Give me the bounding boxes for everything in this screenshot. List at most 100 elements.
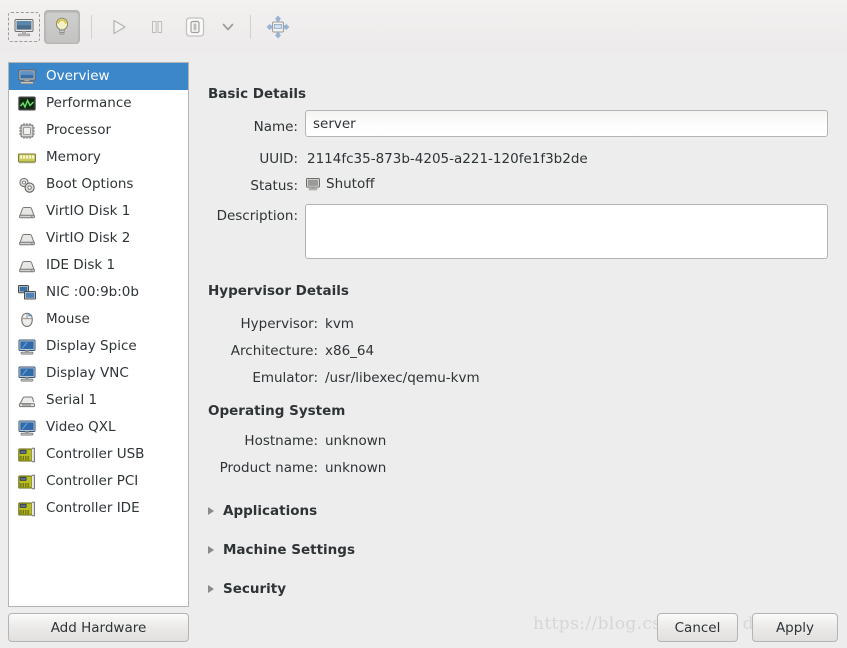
controller-icon xyxy=(16,498,38,520)
sidebar-item-label: Boot Options xyxy=(46,175,134,192)
sidebar-item-virtio-disk-2[interactable]: VirtIO Disk 2 xyxy=(9,225,188,252)
add-hardware-label: Add Hardware xyxy=(50,619,147,636)
sidebar-item-label: Mouse xyxy=(46,310,90,327)
monitor-icon xyxy=(18,69,36,84)
console-view-button[interactable] xyxy=(6,10,42,44)
details-view-button[interactable] xyxy=(44,9,80,44)
sidebar-item-serial-1[interactable]: Serial 1 xyxy=(9,387,188,414)
serial-icon xyxy=(18,396,36,407)
cpu-icon xyxy=(19,122,35,139)
toolbar xyxy=(0,0,847,53)
network-icon xyxy=(16,282,38,304)
sidebar-item-video-qxl[interactable]: Video QXL xyxy=(9,414,188,441)
name-label: Name: xyxy=(253,119,298,135)
chevron-right-icon xyxy=(208,545,214,554)
lightbulb-icon xyxy=(55,17,69,34)
play-icon xyxy=(113,19,126,34)
add-hardware-button[interactable]: Add Hardware xyxy=(8,613,189,642)
description-textarea[interactable] xyxy=(305,204,828,259)
apply-button[interactable]: Apply xyxy=(752,613,838,642)
detail-label: Product name: xyxy=(219,459,318,476)
detail-value: x86_64 xyxy=(325,342,375,359)
hypervisor-details-rows: Hypervisor: kvm Architecture: x86_64 Emulato… xyxy=(198,310,843,391)
display-icon xyxy=(18,420,36,435)
expander-sections: Applications Machine Settings Security xyxy=(208,491,608,608)
hardware-list-panel[interactable]: Overview Performance Processor Memory Boot O… xyxy=(8,62,189,607)
power-icon xyxy=(185,16,205,37)
mouse-icon xyxy=(16,309,38,331)
expander-label: Machine Settings xyxy=(223,541,355,558)
description-textarea-value xyxy=(306,205,827,215)
sidebar-item-label: IDE Disk 1 xyxy=(46,256,116,273)
expander-label: Security xyxy=(223,580,287,597)
fullscreen-icon xyxy=(266,15,290,38)
chevron-right-icon xyxy=(208,506,214,515)
display-icon xyxy=(16,417,38,439)
run-button[interactable] xyxy=(101,10,137,44)
disk-icon xyxy=(19,206,35,218)
sidebar-item-controller-ide[interactable]: Controller IDE xyxy=(9,495,188,522)
disk-icon xyxy=(19,233,35,245)
sidebar-item-label: Performance xyxy=(46,94,132,111)
detail-value: unknown xyxy=(325,459,387,476)
detail-value: unknown xyxy=(325,432,387,449)
display-icon xyxy=(18,366,36,381)
display-icon xyxy=(18,339,36,354)
graph-icon xyxy=(18,96,36,110)
gears-icon xyxy=(16,174,38,196)
expander-applications[interactable]: Applications xyxy=(208,491,608,530)
network-icon xyxy=(18,284,36,299)
shutoff-monitor-icon xyxy=(306,178,320,191)
sidebar-item-memory[interactable]: Memory xyxy=(9,144,188,171)
sidebar-item-label: Memory xyxy=(46,148,101,165)
sidebar-item-processor[interactable]: Processor xyxy=(9,117,188,144)
detail-label: Architecture: xyxy=(230,342,318,359)
expander-security[interactable]: Security xyxy=(208,569,608,608)
name-input[interactable]: server xyxy=(305,110,828,137)
sidebar-item-overview[interactable]: Overview xyxy=(9,63,188,90)
monitor-icon xyxy=(14,18,34,36)
sidebar-item-controller-usb[interactable]: Controller USB xyxy=(9,441,188,468)
cancel-button-label: Cancel xyxy=(674,619,721,636)
cancel-button[interactable]: Cancel xyxy=(657,613,738,642)
hardware-list[interactable]: Overview Performance Processor Memory Boot O… xyxy=(9,63,188,606)
mouse-icon xyxy=(21,312,33,327)
description-label: Description: xyxy=(216,208,298,224)
details-pane: Basic Details Name: server UUID: 2114fc3… xyxy=(198,62,843,607)
chevron-down-icon xyxy=(222,23,234,30)
status-label: Status: xyxy=(250,178,298,194)
sidebar-item-label: NIC :00:9b:0b xyxy=(46,283,139,300)
sidebar-item-ide-disk-1[interactable]: IDE Disk 1 xyxy=(9,252,188,279)
sidebar-item-label: Serial 1 xyxy=(46,391,98,408)
sidebar-item-display-spice[interactable]: Display Spice xyxy=(9,333,188,360)
detail-row: Architecture: x86_64 xyxy=(198,337,843,364)
detail-row: Emulator: /usr/libexec/qemu-kvm xyxy=(198,364,843,391)
fullscreen-button[interactable] xyxy=(260,10,296,44)
toolbar-separator xyxy=(91,14,92,39)
vm-details-window: Overview Performance Processor Memory Boot O… xyxy=(0,0,847,648)
sidebar-item-virtio-disk-1[interactable]: VirtIO Disk 1 xyxy=(9,198,188,225)
sidebar-item-controller-pci[interactable]: Controller PCI xyxy=(9,468,188,495)
ram-icon xyxy=(16,147,38,169)
controller-icon xyxy=(18,501,35,516)
chevron-right-icon xyxy=(208,584,214,593)
sidebar-item-label: Overview xyxy=(46,67,110,84)
sidebar-item-display-vnc[interactable]: Display VNC xyxy=(9,360,188,387)
name-input-value: server xyxy=(313,116,356,132)
sidebar-item-nic-00-9b-0b[interactable]: NIC :00:9b:0b xyxy=(9,279,188,306)
sidebar-item-boot-options[interactable]: Boot Options xyxy=(9,171,188,198)
shutdown-menu-button[interactable] xyxy=(215,12,241,42)
disk-icon xyxy=(16,228,38,250)
expander-machine-settings[interactable]: Machine Settings xyxy=(208,530,608,569)
serial-icon xyxy=(16,390,38,412)
cpu-icon xyxy=(16,120,38,142)
pause-button[interactable] xyxy=(139,10,175,44)
sidebar-item-performance[interactable]: Performance xyxy=(9,90,188,117)
shutdown-button[interactable] xyxy=(177,10,213,44)
basic-details-heading: Basic Details xyxy=(208,86,306,102)
sidebar-item-label: Controller PCI xyxy=(46,472,139,489)
monitor-icon xyxy=(16,66,38,88)
sidebar-item-mouse[interactable]: Mouse xyxy=(9,306,188,333)
display-icon xyxy=(16,363,38,385)
disk-icon xyxy=(19,260,35,272)
